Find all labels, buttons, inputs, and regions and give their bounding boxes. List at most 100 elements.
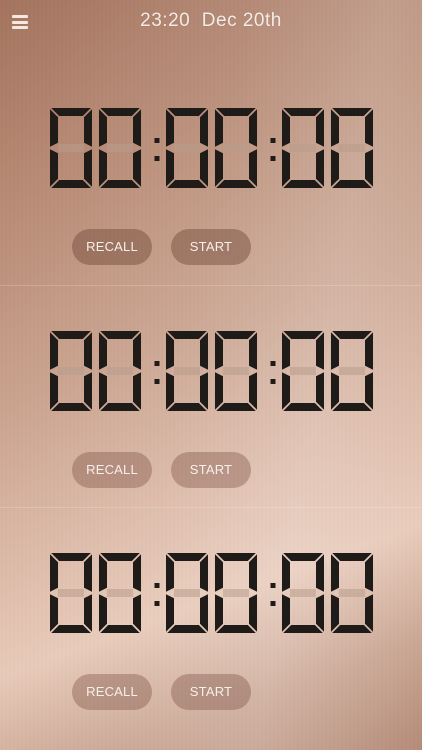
digit-segment-c — [249, 372, 257, 410]
digit-segment-g — [107, 589, 133, 597]
start-button-3[interactable]: START — [171, 674, 251, 710]
digit-segment-b — [133, 109, 141, 147]
digit-segment-b — [365, 554, 373, 592]
digit-segment-b — [316, 109, 324, 147]
digit-segment-d — [167, 180, 207, 188]
digit-segment-d — [216, 625, 256, 633]
digit-segment-d — [100, 403, 140, 411]
digit-segment-b — [133, 332, 141, 370]
timer-panel-3: RECALL START — [0, 509, 422, 731]
colon-dot — [154, 361, 160, 366]
colon-dot — [270, 583, 276, 588]
digit-segment-a — [100, 331, 140, 339]
digit-segment-g — [107, 367, 133, 375]
colon-dot — [270, 379, 276, 384]
digit-segment-g — [339, 589, 365, 597]
colon-dot — [154, 138, 160, 143]
digit-segment-a — [167, 553, 207, 561]
digit-segment-f — [50, 332, 58, 370]
digit-segment-f — [215, 554, 223, 592]
digit-segment-a — [332, 553, 372, 561]
digit-segment-b — [249, 332, 257, 370]
digit-segment-e — [166, 372, 174, 410]
timer-display-1 — [46, 104, 376, 192]
digit-segment-a — [216, 553, 256, 561]
digit-segment-e — [331, 594, 339, 632]
digit-segment-c — [133, 149, 141, 187]
digit-segment-b — [133, 554, 141, 592]
digit-segment-a — [332, 108, 372, 116]
digit-segment-d — [100, 625, 140, 633]
digit-segment-d — [51, 403, 91, 411]
colon-dot — [270, 601, 276, 606]
digit-segment-c — [316, 149, 324, 187]
digit-segment-d — [332, 180, 372, 188]
digit-segment-g — [223, 144, 249, 152]
digit-segment-a — [283, 108, 323, 116]
digit-segment-c — [365, 594, 373, 632]
digit-segment-g — [339, 144, 365, 152]
digit-segment-d — [100, 180, 140, 188]
digit-segment-f — [50, 109, 58, 147]
digit-segment-c — [84, 149, 92, 187]
digit-segment-e — [282, 149, 290, 187]
digit-segment-a — [51, 553, 91, 561]
digit-segment-a — [216, 331, 256, 339]
digit-segment-d — [216, 180, 256, 188]
digit-segment-e — [99, 594, 107, 632]
digit-segment-f — [99, 554, 107, 592]
seven-segment-display — [50, 108, 373, 188]
recall-button-3[interactable]: RECALL — [72, 674, 152, 710]
colon-dot — [270, 138, 276, 143]
digit-segment-a — [283, 553, 323, 561]
digit-segment-f — [331, 332, 339, 370]
digit-segment-b — [200, 109, 208, 147]
digit-segment-c — [316, 372, 324, 410]
seven-segment-display — [50, 553, 373, 633]
digit-segment-g — [58, 589, 84, 597]
start-button-2[interactable]: START — [171, 452, 251, 488]
digit-segment-a — [216, 108, 256, 116]
digit-segment-a — [100, 553, 140, 561]
digit-segment-f — [166, 332, 174, 370]
digit-segment-g — [290, 589, 316, 597]
digit-segment-b — [316, 554, 324, 592]
digit-segment-a — [167, 108, 207, 116]
recall-button-1[interactable]: RECALL — [72, 229, 152, 265]
digit-segment-e — [282, 594, 290, 632]
digit-segment-f — [331, 109, 339, 147]
colon-dot — [154, 156, 160, 161]
digit-segment-c — [365, 372, 373, 410]
recall-button-2[interactable]: RECALL — [72, 452, 152, 488]
digit-segment-e — [215, 594, 223, 632]
digit-segment-c — [200, 149, 208, 187]
digit-segment-e — [331, 149, 339, 187]
digit-segment-c — [316, 594, 324, 632]
colon-dot — [154, 583, 160, 588]
digit-segment-d — [283, 403, 323, 411]
timer-panel-1: RECALL START — [0, 64, 422, 286]
digit-segment-b — [249, 109, 257, 147]
digit-segment-b — [365, 332, 373, 370]
digit-segment-a — [51, 108, 91, 116]
digit-segment-g — [174, 144, 200, 152]
digit-segment-a — [283, 331, 323, 339]
digit-segment-f — [166, 554, 174, 592]
digit-segment-g — [174, 589, 200, 597]
colon-dot — [154, 379, 160, 384]
digit-segment-f — [166, 109, 174, 147]
start-button-1[interactable]: START — [171, 229, 251, 265]
digit-segment-d — [167, 403, 207, 411]
digit-segment-g — [107, 144, 133, 152]
digit-segment-e — [99, 149, 107, 187]
digit-segment-a — [167, 331, 207, 339]
digit-segment-f — [282, 554, 290, 592]
header-datetime: 23:20 Dec 20th — [0, 10, 422, 32]
divider — [0, 285, 422, 286]
timer-display-2 — [46, 327, 376, 415]
digit-segment-c — [249, 149, 257, 187]
digit-segment-g — [223, 589, 249, 597]
digit-segment-f — [50, 554, 58, 592]
digit-segment-c — [133, 372, 141, 410]
digit-segment-b — [249, 554, 257, 592]
